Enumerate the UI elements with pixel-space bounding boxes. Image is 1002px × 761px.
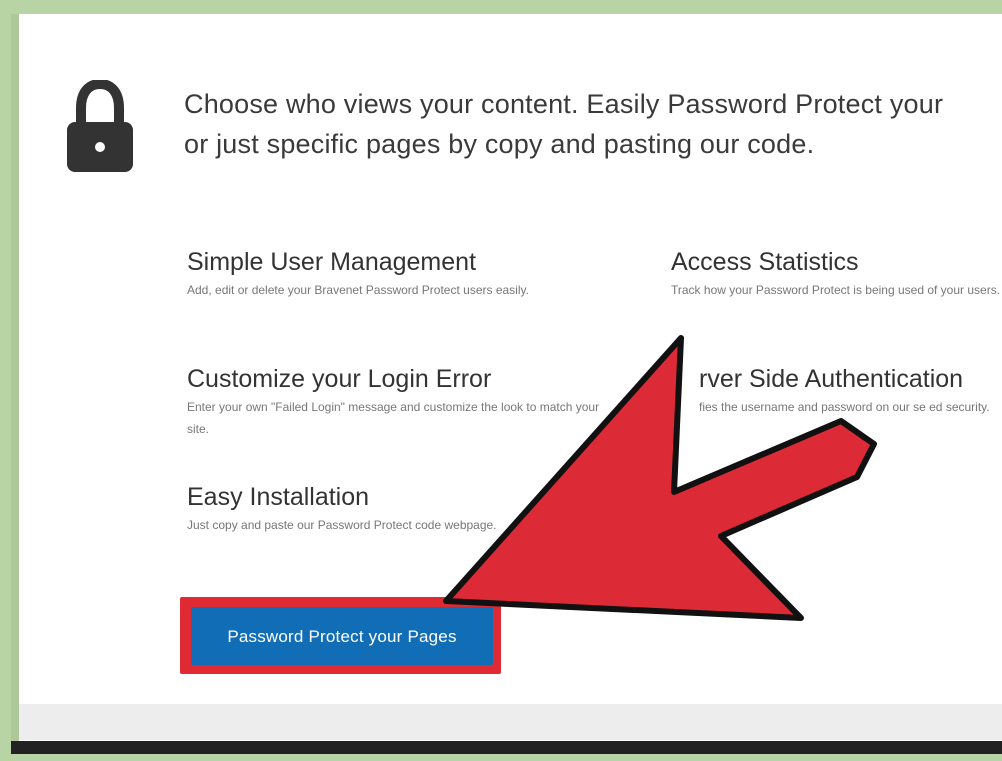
frame-border [11,14,19,754]
feature-title: rver Side Authentication [699,365,964,393]
footer-dark-bar [11,741,1002,754]
feature-easy-installation: Easy Installation Just copy and paste ou… [187,482,627,536]
feature-title: Customize your Login Error [187,365,492,393]
screenshot-frame: Choose who views your content. Easily Pa… [11,14,1002,754]
feature-server-side-authentication: rver Side Authentication fies the userna… [699,364,1002,418]
feature-title: Simple User Management [187,248,477,276]
headline-line-1: Choose who views your content. Easily Pa… [184,89,944,119]
password-protect-button[interactable]: Password Protect your Pages [191,607,493,665]
feature-title: Access Statistics [671,248,859,276]
feature-description: Just copy and paste our Password Protect… [187,518,497,532]
headline-line-2: or just specific pages by copy and pasti… [184,129,815,159]
feature-customize-login-error: Customize your Login Error Enter your ow… [187,364,627,440]
feature-description: Add, edit or delete your Bravenet Passwo… [187,283,529,297]
feature-description: Track how your Password Protect is being… [671,283,1001,297]
feature-description: Enter your own "Failed Login" message an… [187,400,600,436]
page-headline: Choose who views your content. Easily Pa… [184,84,1002,164]
feature-description: fies the username and password on our se… [699,400,990,414]
lock-icon [67,80,133,172]
feature-simple-user-management: Simple User Management Add, edit or dele… [187,247,627,301]
footer-band [19,704,1002,740]
feature-title: Easy Installation [187,483,370,511]
feature-access-statistics: Access Statistics Track how your Passwor… [671,247,1002,301]
